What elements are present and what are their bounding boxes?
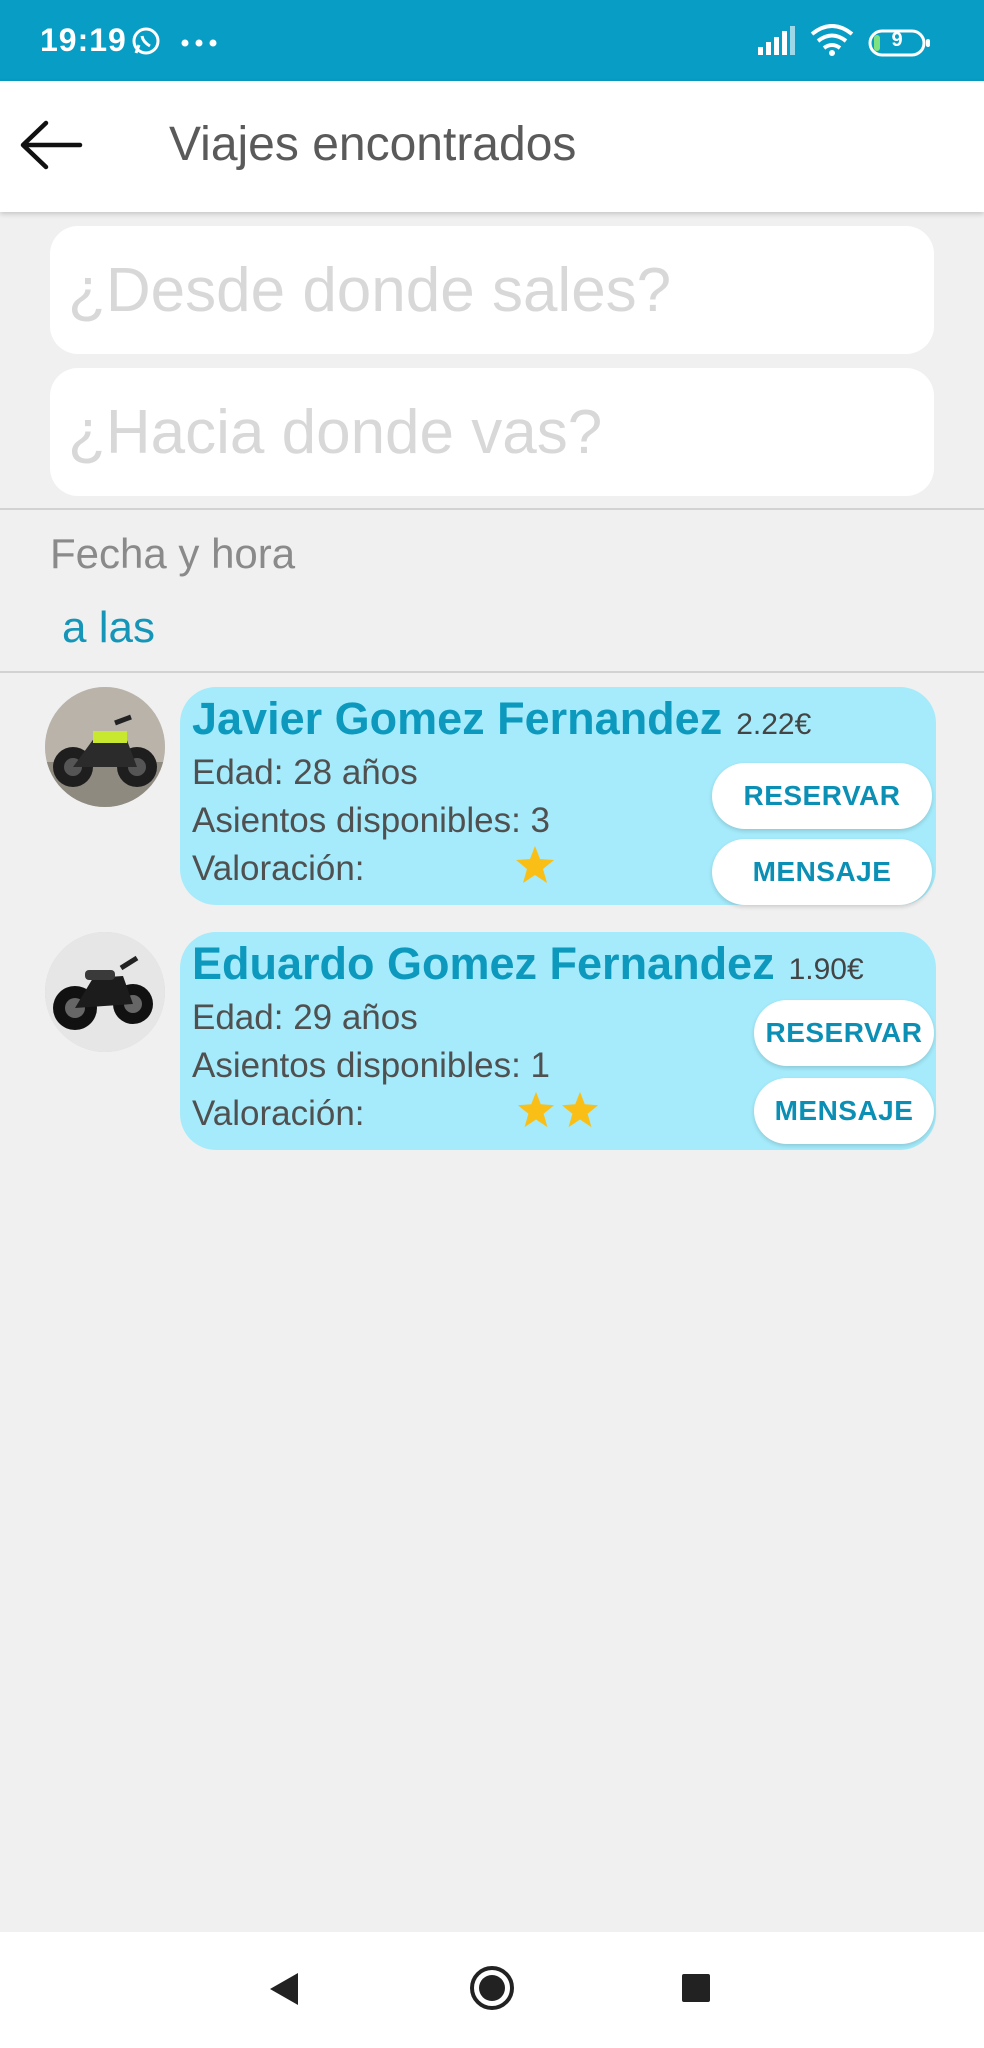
time-link[interactable]: a las [62,603,155,653]
rating-label: Valoración: [192,1094,365,1133]
driver-name-row: Eduardo Gomez Fernandez 1.90€ [192,938,864,990]
motorcycle-photo [45,687,165,807]
rating-label: Valoración: [192,849,365,888]
divider [0,508,984,510]
rating-stars [516,1090,600,1135]
message-button[interactable]: MENSAJE [754,1078,934,1144]
available-seats: Asientos disponibles: 1 [192,1046,550,1085]
trip-row: Javier Gomez Fernandez 2.22€ Edad: 28 año… [0,687,984,905]
battery-icon: 9 [868,28,932,58]
trip-price: 2.22€ [736,708,812,741]
destination-input[interactable] [50,368,934,496]
divider [0,671,984,673]
date-label: Fecha y hora [50,530,296,577]
trip-card: Eduardo Gomez Fernandez 1.90€ Edad: 29 añ… [180,932,936,1150]
driver-name: Javier Gomez Fernandez [192,693,723,744]
app-bar: Viajes encontrados [0,81,984,212]
rating-stars [514,845,556,890]
recents-square-icon[interactable] [680,1972,712,2009]
driver-age: Edad: 28 años [192,753,418,792]
message-button[interactable]: MENSAJE [712,839,932,905]
status-bar: 19:19 9 [0,0,984,81]
origin-input[interactable] [50,226,934,354]
star-icon [514,845,556,890]
battery-level: 9 [891,28,903,51]
avatar [45,932,165,1052]
driver-age: Edad: 29 años [192,998,418,1037]
reserve-button[interactable]: RESERVAR [712,763,932,829]
trip-row: Eduardo Gomez Fernandez 1.90€ Edad: 29 añ… [0,932,984,1150]
driver-name: Eduardo Gomez Fernandez [192,938,775,989]
system-nav-bar [0,1932,984,2048]
arrow-left-icon [18,120,84,177]
trip-price: 1.90€ [788,953,864,986]
back-triangle-icon[interactable] [266,1970,302,2013]
trip-card: Javier Gomez Fernandez 2.22€ Edad: 28 año… [180,687,936,905]
status-time: 19:19 [40,22,127,58]
signal-icon [756,25,796,60]
more-dots-icon [180,35,220,53]
reserve-button[interactable]: RESERVAR [754,1000,934,1066]
back-button[interactable] [18,117,88,177]
page-title: Viajes encontrados [169,118,577,171]
home-circle-icon[interactable] [468,1964,516,2017]
driver-name-row: Javier Gomez Fernandez 2.22€ [192,693,811,745]
whatsapp-icon [130,25,162,62]
star-icon [560,1090,600,1135]
avatar [45,687,165,807]
available-seats: Asientos disponibles: 3 [192,801,550,840]
wifi-icon [810,24,854,61]
motorcycle-photo [45,932,165,1052]
star-icon [516,1090,556,1135]
